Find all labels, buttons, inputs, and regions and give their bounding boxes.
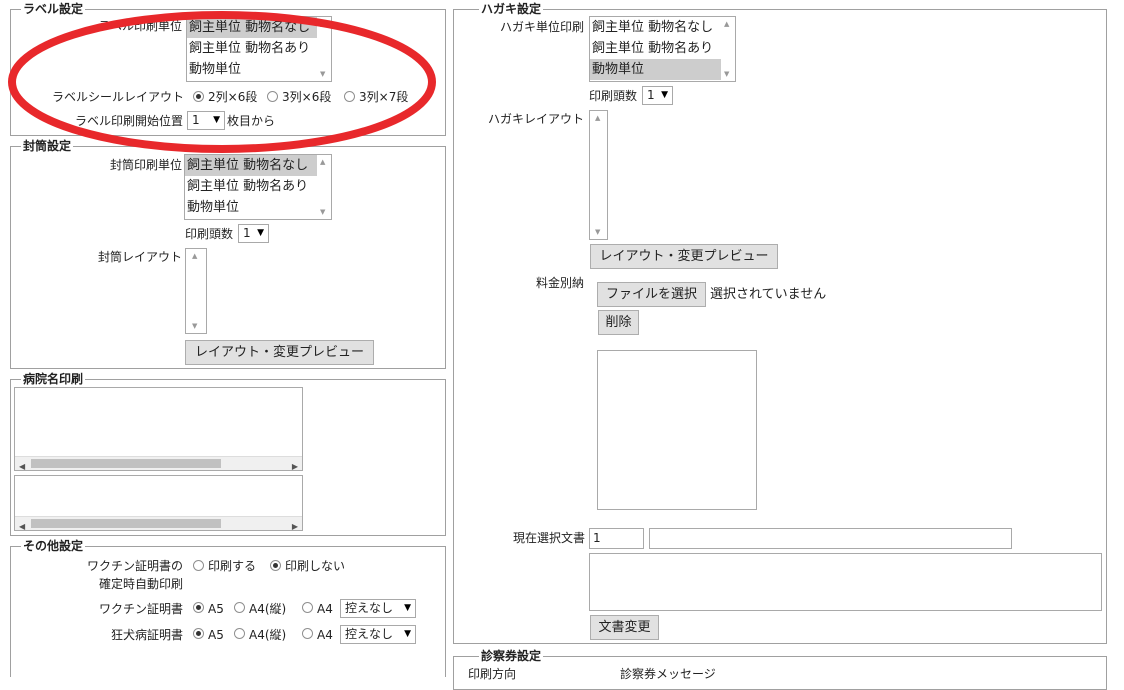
horizontal-scrollbar[interactable]: ◀ ▶	[15, 456, 302, 471]
select-value: 控えなし	[345, 627, 394, 641]
vaccine-cert-copy-select[interactable]: 控えなし ▼	[340, 599, 416, 618]
listbox-option[interactable]: 飼主単位 動物名あり	[590, 38, 735, 59]
scroll-down-icon[interactable]: ▼	[192, 322, 197, 330]
postage-image-preview	[597, 350, 757, 510]
listbox-option[interactable]: 動物単位	[590, 59, 735, 80]
radio-label: A4	[317, 628, 333, 642]
current-doc-number-input[interactable]: 1	[589, 528, 644, 549]
radio-label: A4	[317, 602, 333, 616]
vaccine-auto-print-yes-radio[interactable]	[193, 560, 204, 571]
postage-label: 料金別納	[535, 276, 584, 290]
select-value: 1	[647, 88, 655, 102]
annotation-circle	[8, 11, 436, 153]
hospital-name-line1-textarea[interactable]: ◀ ▶	[14, 387, 303, 471]
exam-message-label: 診察券メッセージ	[620, 667, 716, 681]
vaccine-auto-print-label-2: 確定時自動印刷	[98, 577, 183, 591]
scrollbar-thumb[interactable]	[31, 459, 221, 468]
postcard-print-count-label: 印刷頭数	[589, 89, 638, 103]
envelope-print-count-select[interactable]: 1 ▼	[238, 224, 269, 243]
change-document-button[interactable]: 文書変更	[590, 615, 659, 640]
radio-label: A4(縦)	[249, 602, 287, 616]
current-doc-title-input[interactable]	[649, 528, 1012, 549]
rabies-cert-label: 狂犬病証明書	[110, 628, 183, 642]
rabies-cert-a4-radio[interactable]	[302, 628, 313, 639]
postcard-print-count-select[interactable]: 1 ▼	[642, 86, 673, 105]
dropdown-arrow-icon: ▼	[257, 228, 264, 238]
file-status-text: 選択されていません	[710, 287, 827, 302]
rabies-cert-copy-select[interactable]: 控えなし ▼	[340, 625, 416, 644]
select-value: 控えなし	[345, 601, 394, 615]
scroll-down-icon[interactable]: ▼	[724, 70, 729, 78]
exam-ticket-legend: 診察券設定	[481, 649, 542, 663]
other-settings-legend: その他設定	[23, 539, 84, 553]
select-value: 1	[243, 226, 251, 240]
scroll-right-icon[interactable]: ▶	[292, 518, 298, 536]
postcard-settings-legend: ハガキ設定	[481, 2, 542, 16]
radio-label: A5	[208, 602, 224, 616]
scroll-down-icon[interactable]: ▼	[320, 208, 325, 216]
listbox-option[interactable]: 動物単位	[185, 197, 331, 218]
scroll-right-icon[interactable]: ▶	[292, 458, 298, 476]
scroll-down-icon[interactable]: ▼	[595, 228, 600, 236]
scroll-up-icon[interactable]: ▲	[595, 114, 600, 122]
radio-label: A5	[208, 628, 224, 642]
postcard-layout-label: ハガキレイアウト	[487, 112, 584, 126]
postcard-layout-preview-button[interactable]: レイアウト・変更プレビュー	[590, 244, 778, 269]
scrollbar-thumb[interactable]	[31, 519, 221, 528]
hospital-name-line2-textarea[interactable]: ◀ ▶	[14, 475, 303, 531]
postcard-print-unit-listbox[interactable]: 飼主単位 動物名なし 飼主単位 動物名あり 動物単位 ▲ ▼	[589, 16, 736, 82]
listbox-scrollbar[interactable]: ▲ ▼	[721, 17, 735, 81]
scroll-up-icon[interactable]: ▲	[192, 252, 197, 260]
file-select-button[interactable]: ファイルを選択	[597, 282, 706, 307]
envelope-layout-listbox[interactable]: ▲ ▼	[185, 248, 207, 334]
postcard-layout-listbox[interactable]: ▲ ▼	[589, 110, 608, 240]
radio-label: 印刷しない	[285, 559, 346, 573]
dropdown-arrow-icon: ▼	[404, 603, 411, 613]
listbox-scrollbar[interactable]: ▲ ▼	[590, 111, 607, 239]
rabies-cert-a4-portrait-radio[interactable]	[234, 628, 245, 639]
vaccine-cert-a4-portrait-radio[interactable]	[234, 602, 245, 613]
dropdown-arrow-icon: ▼	[661, 90, 668, 100]
vaccine-cert-label: ワクチン証明書	[98, 602, 183, 616]
vaccine-cert-a4-radio[interactable]	[302, 602, 313, 613]
envelope-layout-preview-button[interactable]: レイアウト・変更プレビュー	[185, 340, 374, 365]
postcard-print-unit-label: ハガキ単位印刷	[499, 20, 584, 34]
input-value: 1	[593, 531, 601, 545]
scroll-left-icon[interactable]: ◀	[19, 518, 25, 536]
vaccine-cert-a5-radio[interactable]	[193, 602, 204, 613]
envelope-layout-label: 封筒レイアウト	[97, 250, 182, 264]
scroll-up-icon[interactable]: ▲	[724, 20, 729, 28]
listbox-option[interactable]: 飼主単位 動物名なし	[590, 17, 735, 38]
envelope-print-count-label: 印刷頭数	[185, 227, 234, 241]
delete-button[interactable]: 削除	[598, 310, 639, 335]
print-direction-label: 印刷方向	[468, 667, 517, 681]
radio-label: A4(縦)	[249, 628, 287, 642]
radio-label: 印刷する	[208, 559, 257, 573]
vaccine-auto-print-label: ワクチン証明書の	[86, 559, 183, 573]
vaccine-auto-print-no-radio[interactable]	[270, 560, 281, 571]
rabies-cert-a5-radio[interactable]	[193, 628, 204, 639]
document-content-textarea[interactable]	[589, 553, 1102, 611]
dropdown-arrow-icon: ▼	[404, 629, 411, 639]
hospital-name-legend: 病院名印刷	[23, 372, 84, 386]
exam-ticket-group: 診察券設定	[453, 650, 1107, 690]
scroll-left-icon[interactable]: ◀	[19, 458, 25, 476]
annotation-ellipse	[8, 11, 436, 153]
current-doc-label: 現在選択文書	[512, 531, 585, 545]
listbox-scrollbar[interactable]: ▲ ▼	[186, 249, 206, 333]
horizontal-scrollbar[interactable]: ◀ ▶	[15, 516, 302, 531]
